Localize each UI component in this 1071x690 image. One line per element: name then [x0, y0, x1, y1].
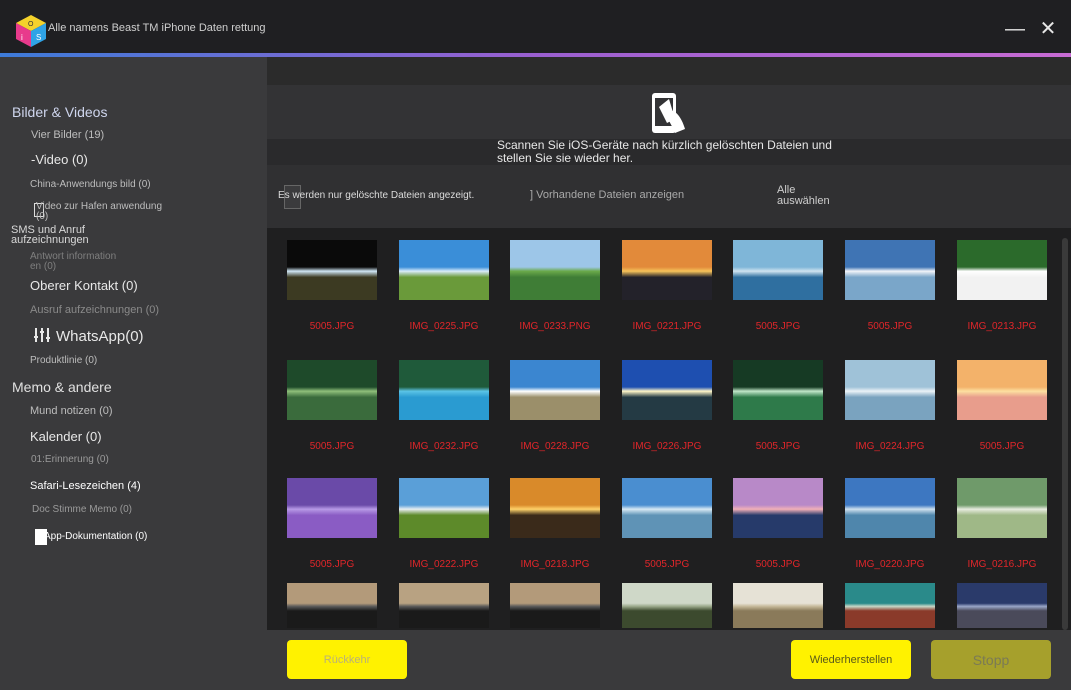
photo-thumbnail[interactable] — [622, 583, 712, 628]
close-icon[interactable]: ✕ — [1037, 18, 1059, 40]
photo-filename: 5005.JPG — [755, 559, 801, 570]
photo-thumbnail[interactable] — [845, 240, 935, 300]
grid-scrollbar[interactable] — [1062, 238, 1068, 630]
photo-thumbnail[interactable] — [622, 240, 712, 300]
sidebar-item-calendar[interactable]: Kalender (0) — [30, 429, 102, 444]
sidebar-item-reminder[interactable]: 01:Erinnerung (0) — [31, 454, 109, 465]
phone-scan-icon — [652, 93, 685, 133]
photo-thumbnail[interactable] — [845, 360, 935, 420]
filter-bar: Es werden nur gelöschte Dateien angezeig… — [267, 165, 1071, 228]
photo-filename: IMG_0224.JPG — [855, 441, 925, 452]
photo-thumbnail[interactable] — [957, 583, 1047, 628]
photo-thumbnail[interactable] — [622, 478, 712, 538]
deleted-only-label: Es werden nur gelöschte Dateien angezeig… — [278, 190, 475, 201]
photo-thumbnail[interactable] — [287, 240, 377, 300]
photo-thumbnail[interactable] — [510, 360, 600, 420]
photo-filename: IMG_0232.JPG — [409, 441, 479, 452]
photo-filename: 5005.JPG — [755, 441, 801, 452]
photo-filename: 5005.JPG — [309, 559, 355, 570]
bottom-bar: Rückkehr Wiederherstellen Stopp — [267, 630, 1071, 690]
sidebar-item-top-contact[interactable]: Oberer Kontakt (0) — [30, 278, 138, 293]
svg-text:i: i — [21, 33, 23, 42]
photo-filename: IMG_0222.JPG — [409, 559, 479, 570]
sidebar-item-china-app[interactable]: China-Anwendungs bild (0) — [30, 179, 151, 190]
svg-text:O: O — [28, 21, 34, 28]
photo-thumbnail[interactable] — [287, 478, 377, 538]
sidebar-item-call-records[interactable]: Ausruf aufzeichnungen (0) — [30, 304, 159, 316]
photo-thumbnail[interactable] — [510, 478, 600, 538]
sidebar-item-voice-memo[interactable]: Doc Stimme Memo (0) — [32, 504, 132, 515]
photo-filename: IMG_0225.JPG — [409, 321, 479, 332]
svg-text:S: S — [36, 33, 41, 42]
scan-header: Scannen Sie iOS-Geräte nach kürzlich gel… — [267, 85, 1071, 165]
sidebar-item-photos[interactable]: Vier Bilder (19) — [31, 129, 104, 141]
photo-filename: IMG_0228.JPG — [520, 441, 590, 452]
photo-thumbnail[interactable] — [733, 583, 823, 628]
minimize-icon[interactable]: — — [1004, 18, 1026, 40]
sidebar-category-sms[interactable]: SMS und Anruf aufzeichnungen — [11, 225, 141, 246]
photo-thumbnail[interactable] — [287, 360, 377, 420]
sidebar-item-notes[interactable]: Mund notizen (0) — [30, 405, 113, 417]
photo-thumbnail[interactable] — [957, 360, 1047, 420]
photo-filename: 5005.JPG — [644, 559, 690, 570]
sidebar-category-photos[interactable]: Bilder & Videos — [12, 104, 107, 120]
photo-thumbnail[interactable] — [733, 478, 823, 538]
photo-filename: 5005.JPG — [979, 441, 1025, 452]
photo-thumbnail[interactable] — [957, 478, 1047, 538]
sidebar-item-product-line[interactable]: Produktlinie (0) — [30, 355, 97, 366]
title-bar: O i S Alle namens Beast TM iPhone Daten … — [0, 0, 1071, 57]
restore-button[interactable]: Wiederherstellen — [791, 640, 911, 679]
photo-thumbnail[interactable] — [399, 240, 489, 300]
show-existing-toggle[interactable]: ] Vorhandene Dateien anzeigen — [530, 189, 684, 201]
equalizer-icon — [33, 327, 51, 343]
photo-thumbnail[interactable] — [957, 240, 1047, 300]
photo-filename: IMG_0221.JPG — [632, 321, 702, 332]
sidebar-item-video[interactable]: -Video (0) — [31, 152, 88, 167]
sidebar-category-memo[interactable]: Memo & andere — [12, 379, 112, 395]
photo-thumbnail[interactable] — [399, 583, 489, 628]
photo-filename: IMG_0218.JPG — [520, 559, 590, 570]
sidebar-item-answer-info[interactable]: Antwort information en (0) — [30, 252, 130, 272]
app-logo-icon: O i S — [16, 15, 46, 47]
photo-thumbnail[interactable] — [845, 478, 935, 538]
photo-filename: IMG_0220.JPG — [855, 559, 925, 570]
photo-thumbnail[interactable] — [845, 583, 935, 628]
photo-filename: IMG_0226.JPG — [632, 441, 702, 452]
stop-button[interactable]: Stopp — [931, 640, 1051, 679]
photo-filename: IMG_0213.JPG — [967, 321, 1037, 332]
photo-grid: 5005.JPG IMG_0225.JPG IMG_0233.PNG IMG_0221… — [267, 228, 1071, 630]
sidebar-item-app-docs[interactable]: App-Dokumentation (0) — [44, 531, 147, 542]
photo-thumbnail[interactable] — [287, 583, 377, 628]
sidebar-item-video-port[interactable]: Video zur Hafen anwendung (0) — [36, 202, 164, 222]
photo-filename: 5005.JPG — [309, 441, 355, 452]
back-button[interactable]: Rückkehr — [287, 640, 407, 679]
photo-thumbnail[interactable] — [510, 240, 600, 300]
photo-thumbnail[interactable] — [622, 360, 712, 420]
photo-filename: IMG_0233.PNG — [519, 321, 591, 332]
photo-thumbnail[interactable] — [733, 360, 823, 420]
sidebar-item-safari[interactable]: Safari-Lesezeichen (4) — [30, 480, 141, 492]
photo-filename: IMG_0216.JPG — [967, 559, 1037, 570]
photo-thumbnail[interactable] — [399, 360, 489, 420]
photo-filename: 5005.JPG — [309, 321, 355, 332]
photo-filename: 5005.JPG — [867, 321, 913, 332]
photo-thumbnail[interactable] — [510, 583, 600, 628]
photo-thumbnail[interactable] — [399, 478, 489, 538]
sidebar-item-whatsapp[interactable]: WhatsApp(0) — [56, 328, 144, 345]
photo-filename: 5005.JPG — [755, 321, 801, 332]
app-title: Alle namens Beast TM iPhone Daten rettun… — [48, 22, 266, 34]
photo-thumbnail[interactable] — [733, 240, 823, 300]
select-all-button[interactable]: Alle auswählen — [777, 185, 847, 207]
scan-description: Scannen Sie iOS-Geräte nach kürzlich gel… — [497, 138, 832, 165]
sidebar: Bilder & Videos Vier Bilder (19) -Video … — [0, 57, 267, 690]
